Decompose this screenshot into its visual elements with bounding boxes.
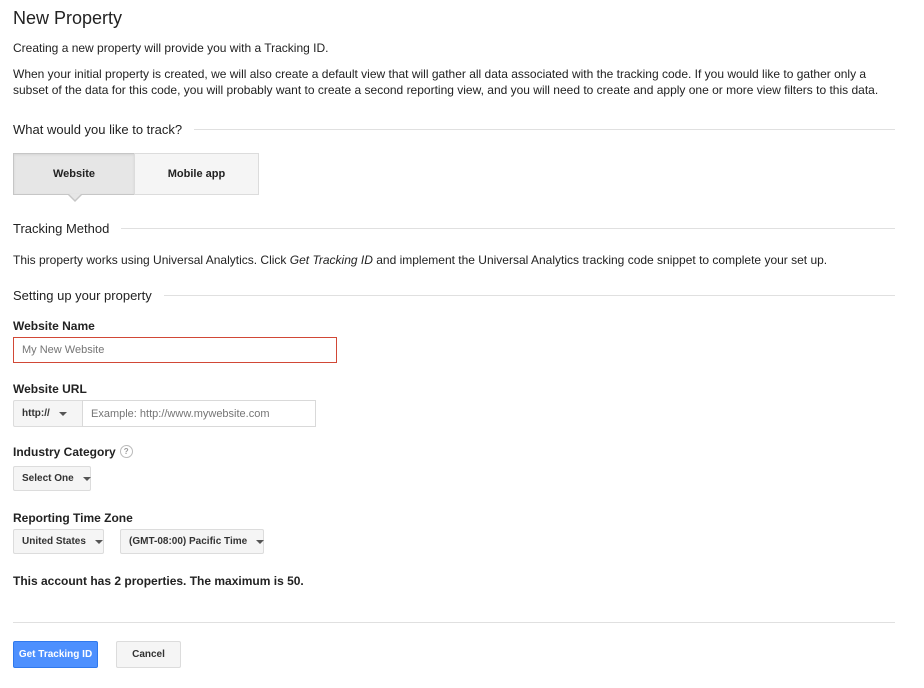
mobile-app-option-label: Mobile app bbox=[167, 168, 226, 180]
website-option-button[interactable]: Website bbox=[13, 153, 135, 202]
time-zone-value: (GMT-08:00) Pacific Time bbox=[129, 536, 248, 547]
track-type-selector: Website Mobile app bbox=[13, 153, 259, 202]
intro-tracking-id-text: Creating a new property will provide you… bbox=[13, 41, 329, 55]
protocol-value: http:// bbox=[22, 408, 50, 419]
country-value: United States bbox=[22, 536, 86, 547]
section-divider bbox=[194, 128, 895, 130]
website-name-input[interactable] bbox=[13, 337, 337, 363]
country-dropdown[interactable]: United States bbox=[13, 529, 104, 554]
chevron-down-icon bbox=[58, 411, 67, 416]
industry-category-label: Industry Category? bbox=[13, 445, 133, 459]
track-section-header: What would you like to track? bbox=[13, 119, 895, 139]
tracking-method-text-start: This property works using Universal Anal… bbox=[13, 253, 290, 267]
time-zone-dropdown[interactable]: (GMT-08:00) Pacific Time bbox=[120, 529, 265, 554]
protocol-dropdown[interactable]: http:// bbox=[13, 400, 83, 427]
reporting-time-zone-label: Reporting Time Zone bbox=[13, 511, 133, 525]
section-divider bbox=[163, 294, 895, 296]
tracking-method-title: Tracking Method bbox=[13, 220, 110, 236]
selected-pointer-icon bbox=[68, 194, 82, 202]
tracking-method-text-end: and implement the Universal Analytics tr… bbox=[372, 253, 828, 267]
industry-category-dropdown[interactable]: Select One bbox=[13, 466, 91, 491]
website-url-input[interactable] bbox=[82, 400, 316, 427]
website-option-label: Website bbox=[53, 168, 95, 180]
footer-divider bbox=[13, 622, 895, 623]
setup-section-title: Setting up your property bbox=[13, 287, 152, 303]
get-tracking-id-button[interactable]: Get Tracking ID bbox=[13, 641, 98, 668]
help-icon[interactable]: ? bbox=[119, 445, 133, 459]
section-divider bbox=[121, 227, 895, 229]
chevron-down-icon bbox=[82, 476, 91, 481]
track-section-title: What would you like to track? bbox=[13, 121, 183, 137]
industry-category-value: Select One bbox=[22, 473, 74, 484]
cancel-button[interactable]: Cancel bbox=[116, 641, 181, 668]
website-name-label: Website Name bbox=[13, 319, 95, 333]
tracking-method-description: This property works using Universal Anal… bbox=[13, 252, 893, 268]
setup-section-header: Setting up your property bbox=[13, 285, 895, 305]
industry-category-text: Industry Category bbox=[13, 445, 116, 459]
tracking-method-section-header: Tracking Method bbox=[13, 218, 895, 238]
intro-default-view-text: When your initial property is created, w… bbox=[13, 67, 879, 97]
chevron-down-icon bbox=[94, 539, 103, 544]
page-title: New Property bbox=[13, 8, 123, 28]
website-url-label: Website URL bbox=[13, 382, 87, 396]
get-tracking-id-emphasis: Get Tracking ID bbox=[289, 253, 373, 267]
chevron-down-icon bbox=[256, 539, 265, 544]
property-limit-note: This account has 2 properties. The maxim… bbox=[13, 574, 304, 588]
mobile-app-option-button[interactable]: Mobile app bbox=[134, 153, 259, 195]
